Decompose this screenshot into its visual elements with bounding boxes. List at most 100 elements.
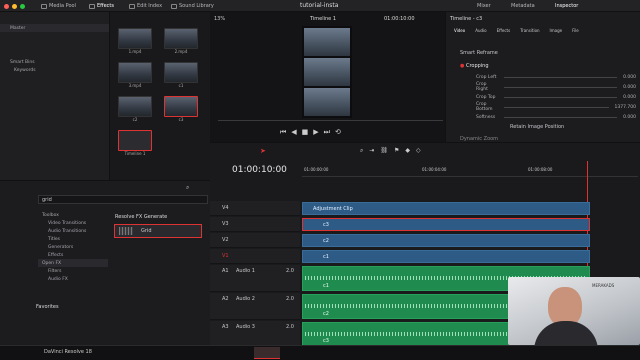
retain-image-position-checkbox[interactable]: Retain Image Position — [510, 124, 564, 130]
presenter-shirt — [534, 321, 598, 345]
ruler-tick: 01:00:04:00 — [422, 167, 447, 172]
video-clip-c1[interactable]: c1 — [302, 250, 590, 263]
tree-open-fx[interactable]: Open FX — [38, 259, 108, 267]
label: Effects — [97, 3, 114, 9]
minimize-window-icon[interactable] — [12, 4, 17, 9]
bin-master[interactable]: Master — [0, 24, 109, 32]
label: Metadata — [511, 3, 535, 9]
favorites-header[interactable]: Favorites — [36, 304, 59, 310]
slider[interactable] — [504, 106, 609, 108]
metadata-button[interactable]: Metadata — [508, 2, 538, 10]
param-crop-bottom: Crop Bottom 1377.700 — [476, 102, 636, 112]
track-header-a1: A1 Audio 1 2.0 — [210, 265, 300, 292]
label: 2.mp4 — [174, 49, 188, 54]
track-id: A3 — [222, 324, 229, 330]
timeline-timecode: 01:00:10:00 — [232, 165, 287, 175]
track-level: 2.0 — [286, 324, 294, 330]
tab-file[interactable]: File — [572, 28, 579, 33]
adjustment-clip[interactable]: Adjustment Clip — [302, 202, 590, 215]
label: 3.mp4 — [128, 83, 142, 88]
track-id: V3 — [222, 221, 229, 227]
effects-button[interactable]: Effects — [86, 2, 117, 10]
crop-params: Crop Left 0.000 Crop Right 0.000 Crop Top 0… — [476, 72, 636, 122]
track-id: V4 — [222, 205, 229, 211]
fx-item-grid[interactable]: Grid — [114, 224, 202, 238]
edit-index-button[interactable]: Edit Index — [126, 2, 165, 10]
cropping-header[interactable]: ● Cropping — [460, 63, 489, 69]
mixer-button[interactable]: Mixer — [474, 2, 494, 10]
value[interactable]: 0.000 — [623, 95, 636, 100]
bin-keywords[interactable]: Keywords — [0, 66, 109, 74]
zoom-window-icon[interactable] — [20, 4, 25, 9]
video-clip-c2[interactable]: c2 — [302, 234, 590, 247]
clip-thumb-selected[interactable]: c3 — [164, 96, 201, 122]
tab-video[interactable]: Video — [454, 28, 465, 33]
edit-toolbar[interactable]: ⌕⇥⛓⚑◆◇ — [360, 147, 427, 155]
timeline-icon — [118, 130, 152, 151]
thumbnail — [164, 62, 198, 83]
label: Inspector — [555, 3, 579, 9]
track-header-a3: A3 Audio 3 2.0 — [210, 321, 300, 346]
tree-video-transitions[interactable]: Video Transitions — [38, 219, 108, 227]
smart-reframe-header[interactable]: Smart Reframe — [460, 50, 498, 56]
tab-image[interactable]: Image — [550, 28, 563, 33]
thumbnail — [118, 62, 152, 83]
tree-audio-fx[interactable]: Audio FX — [38, 275, 108, 283]
inspector-button[interactable]: Inspector — [552, 2, 581, 10]
zoom-level[interactable]: 13% — [214, 16, 225, 22]
effects-library: ⌕ grid Toolbox Video Transitions Audio T… — [0, 180, 210, 345]
slider[interactable] — [504, 86, 618, 88]
viewer: 13% Timeline 1 01:00:10:00 ⏮◀■▶⏭⟲ — [210, 12, 445, 142]
inspector-tabs: Video Audio Effects Transition Image Fil… — [454, 28, 579, 33]
tree-titles[interactable]: Titles — [38, 235, 108, 243]
edit-page-tab[interactable] — [254, 347, 280, 359]
tree-filters[interactable]: Filters — [38, 267, 108, 275]
track-level: 2.0 — [286, 268, 294, 274]
slider[interactable] — [504, 76, 618, 78]
tree-effects[interactable]: Effects — [38, 251, 108, 259]
grid-icon — [41, 3, 47, 9]
value[interactable]: 0.000 — [623, 85, 636, 90]
tree-audio-transitions[interactable]: Audio Transitions — [38, 227, 108, 235]
media-pool-button[interactable]: Media Pool — [38, 2, 79, 10]
transport-controls[interactable]: ⏮◀■▶⏭⟲ — [280, 128, 346, 137]
label: 1.mp4 — [128, 49, 142, 54]
ruler-tick: 01:00:08:00 — [528, 167, 553, 172]
tree-generators[interactable]: Generators — [38, 243, 108, 251]
track-id: V2 — [222, 237, 229, 243]
inspector: Timeline - c3 Video Audio Effects Transi… — [445, 12, 640, 142]
sound-library-button[interactable]: Sound Library — [168, 2, 217, 10]
video-clip-c3[interactable]: c3 — [302, 218, 590, 231]
tab-transition[interactable]: Transition — [520, 28, 539, 33]
search-input[interactable]: grid — [38, 195, 208, 204]
slider[interactable] — [504, 116, 618, 118]
tab-effects[interactable]: Effects — [497, 28, 511, 33]
clip-thumb[interactable]: 2.mp4 — [164, 28, 201, 54]
inspector-title: Timeline - c3 — [450, 16, 483, 22]
search-icon[interactable]: ⌕ — [186, 184, 189, 192]
label: Crop Right — [476, 82, 488, 92]
value[interactable]: 1377.700 — [615, 105, 636, 110]
scrubber[interactable] — [218, 120, 443, 121]
label: c3 — [178, 117, 184, 122]
tree-toolbox[interactable]: Toolbox — [38, 211, 108, 219]
track-header-a2: A2 Audio 2 2.0 — [210, 293, 300, 320]
music-icon — [171, 3, 177, 9]
value[interactable]: 0.000 — [623, 75, 636, 80]
selection-tool-icon[interactable]: ➤ — [260, 147, 266, 155]
tab-audio[interactable]: Audio — [475, 28, 486, 33]
clip-thumb[interactable]: 3.mp4 — [118, 62, 155, 88]
clip-thumb[interactable]: 1.mp4 — [118, 28, 155, 54]
timeline-thumb[interactable]: Timeline 1 — [118, 130, 155, 156]
clip-thumb[interactable]: c2 — [118, 96, 155, 122]
param-softness: Softness 0.000 — [476, 112, 636, 122]
effects-icon — [89, 3, 95, 9]
frame-strip — [304, 28, 350, 56]
value[interactable]: 0.000 — [623, 115, 636, 120]
clip-thumb[interactable]: c1 — [164, 62, 201, 88]
slider[interactable] — [504, 96, 618, 98]
app-name: DaVinci Resolve 18 — [44, 349, 92, 355]
viewer-timecode: 01:00:10:00 — [384, 16, 415, 22]
timeline-selector[interactable]: Timeline 1 — [310, 16, 336, 22]
close-window-icon[interactable] — [4, 4, 9, 9]
